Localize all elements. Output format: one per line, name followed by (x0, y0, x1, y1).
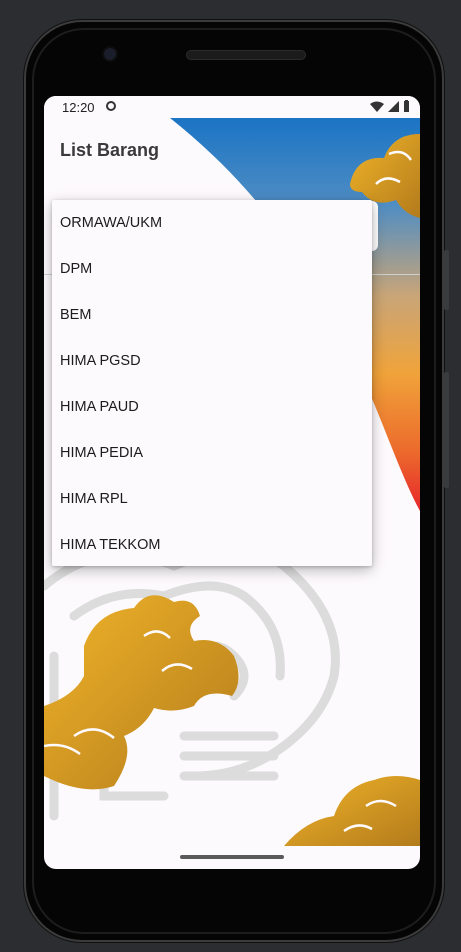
earpiece-speaker (186, 50, 306, 60)
status-icons (370, 100, 410, 112)
wifi-icon (370, 101, 384, 112)
dropdown-option[interactable]: DPM (52, 246, 372, 292)
home-gesture-bar[interactable] (180, 855, 284, 859)
dropdown-option[interactable]: HIMA PAUD (52, 384, 372, 430)
dropdown-option[interactable]: HIMA TEKKOM (52, 522, 372, 568)
status-bar: 12:20 (44, 96, 420, 118)
battery-icon (404, 100, 409, 112)
app-screen: 12:20 List Barang ORMAWA/UKM DPM BEM HIM… (44, 96, 420, 869)
dropdown-option[interactable]: BEM (52, 292, 372, 338)
dropdown-option[interactable]: HIMA PGSD (52, 338, 372, 384)
cloud-ornament-bottom-right (284, 776, 420, 846)
dropdown-option[interactable]: HIMA RPL (52, 476, 372, 522)
notification-icon (106, 101, 116, 111)
dropdown-option[interactable]: HIMA PEDIA (52, 430, 372, 476)
page-title: List Barang (60, 140, 160, 160)
status-time: 12:20 (62, 100, 95, 115)
dropdown-menu: ORMAWA/UKM DPM BEM HIMA PGSD HIMA PAUD H… (52, 200, 372, 566)
volume-button (444, 372, 449, 488)
signal-icon (388, 100, 399, 112)
power-button (444, 250, 449, 310)
front-camera (104, 48, 116, 60)
dropdown-option[interactable]: ORMAWA/UKM (52, 200, 372, 246)
